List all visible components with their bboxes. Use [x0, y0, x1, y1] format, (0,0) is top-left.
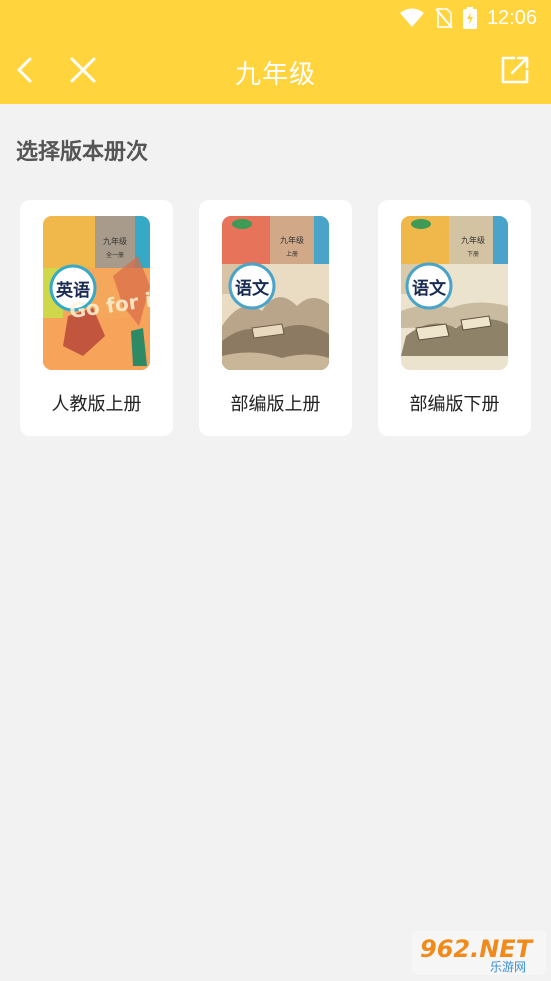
book-card-2[interactable]: 语文 九年级 上册 部编版上册 — [199, 200, 352, 436]
book-label: 部编版上册 — [230, 394, 321, 415]
status-time: 12:06 — [486, 6, 537, 29]
cover-subject: 语文 — [235, 278, 270, 299]
cover-volume: 上册 — [286, 250, 298, 258]
watermark-logo: 962.NET 乐游网 — [412, 931, 546, 975]
watermark-site: 乐游网 — [490, 960, 526, 974]
no-sim-icon — [435, 8, 453, 29]
book-card-1[interactable]: 英语 九年级 全一册 Go for it! 人教版上册 — [20, 200, 173, 436]
cover-grade: 九年级 — [461, 235, 485, 245]
book-label: 部编版下册 — [409, 394, 500, 415]
share-button[interactable] — [499, 54, 531, 86]
watermark-brand: 962.NET — [420, 935, 534, 963]
battery-charging-icon — [462, 7, 477, 29]
book-cover-image: 语文 九年级 下册 — [401, 216, 508, 370]
book-card-3[interactable]: 语文 九年级 下册 部编版下册 — [378, 200, 531, 436]
cover-grade: 九年级 — [280, 235, 304, 245]
page-title: 九年级 — [234, 60, 316, 90]
section-title: 选择版本册次 — [16, 140, 149, 165]
cover-volume: 下册 — [467, 251, 479, 258]
app-bar: 九年级 — [0, 36, 551, 104]
status-bar: 12:06 — [0, 0, 551, 36]
wifi-icon — [399, 8, 424, 27]
cover-subject: 语文 — [412, 278, 447, 299]
book-cover-image: 语文 九年级 上册 — [222, 216, 329, 370]
share-icon — [501, 56, 529, 84]
status-icons: 12:06 — [399, 7, 537, 29]
book-label: 人教版上册 — [51, 394, 142, 415]
cover-grade: 九年级 — [103, 236, 127, 246]
book-cover-image: 英语 九年级 全一册 Go for it! — [43, 216, 150, 370]
cover-volume: 全一册 — [106, 251, 124, 259]
book-grid: 英语 九年级 全一册 Go for it! 人教版上册 语文 九年级 上册 部编… — [20, 200, 531, 436]
